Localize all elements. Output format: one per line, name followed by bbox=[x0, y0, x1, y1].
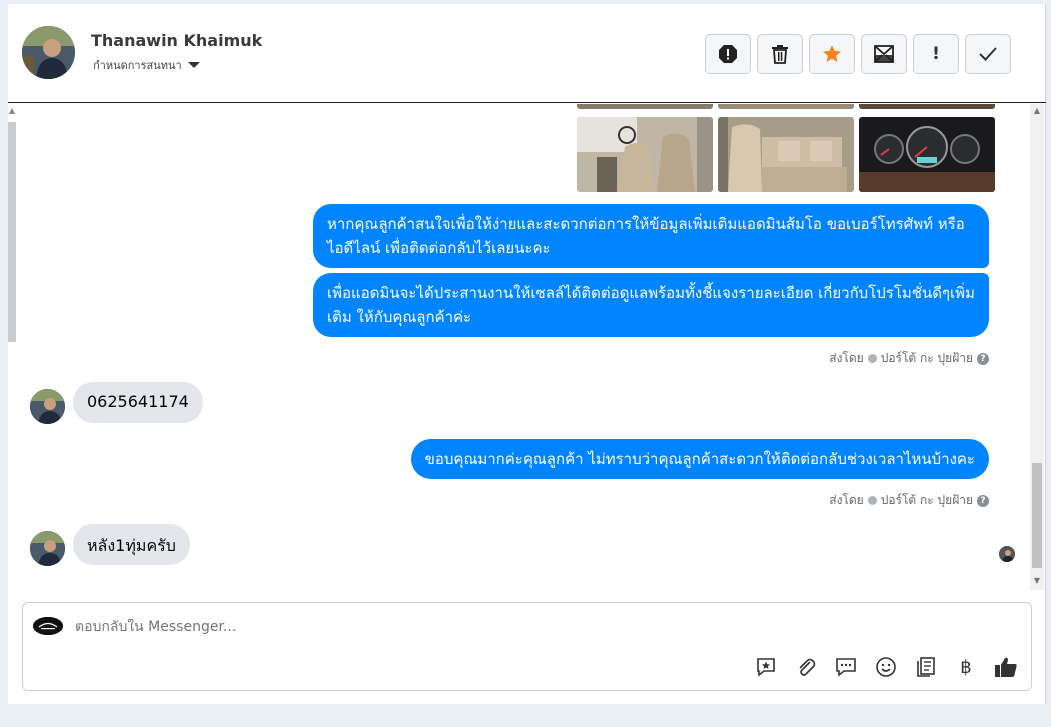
page-logo-icon bbox=[33, 617, 63, 635]
message-bubble-incoming[interactable]: 0625641174 bbox=[73, 382, 203, 423]
message-bubble-outgoing[interactable]: เพื่อแอดมินจะได้ประสานงานให้เซลล์ได้ติดต… bbox=[313, 273, 989, 337]
mark-spam-button[interactable] bbox=[705, 34, 751, 74]
scroll-down-icon[interactable]: ▼ bbox=[1030, 576, 1044, 585]
delete-button[interactable] bbox=[757, 34, 803, 74]
sent-by-prefix: ส่งโดย bbox=[829, 351, 864, 365]
conversation-header: Thanawin Khaimuk กำหนดการสนทนา ! bbox=[8, 4, 1046, 103]
exclamation-icon: ! bbox=[932, 44, 940, 64]
car-interior-photo[interactable] bbox=[577, 117, 713, 192]
like-button[interactable] bbox=[993, 655, 1019, 679]
help-icon[interactable]: ? bbox=[977, 494, 989, 507]
notes-button[interactable] bbox=[913, 655, 939, 679]
baht-icon: ฿ bbox=[960, 656, 972, 678]
header-toolbar: ! bbox=[705, 34, 1011, 74]
sender-avatar-icon bbox=[867, 496, 877, 505]
seen-indicator-avatar bbox=[999, 546, 1015, 562]
trash-icon bbox=[772, 45, 788, 64]
star-button[interactable] bbox=[809, 34, 855, 74]
car-rear-seat-photo[interactable] bbox=[718, 117, 854, 192]
reply-input[interactable] bbox=[75, 619, 775, 635]
assign-conversation-dropdown[interactable]: กำหนดการสนทนา bbox=[93, 56, 200, 74]
help-icon[interactable]: ? bbox=[977, 352, 989, 365]
contact-avatar[interactable] bbox=[22, 26, 75, 79]
scroll-up-icon[interactable]: ▲ bbox=[1030, 106, 1044, 115]
alert-icon bbox=[719, 45, 737, 63]
caret-down-icon[interactable] bbox=[187, 62, 200, 68]
check-icon bbox=[979, 47, 997, 61]
car-photo-thumbnail[interactable] bbox=[577, 104, 713, 109]
assign-label: กำหนดการสนทนา bbox=[93, 59, 182, 72]
sent-by-label: ส่งโดย ปอร์โต้ กะ ปุยฝ้าย ? bbox=[829, 349, 989, 368]
contact-name[interactable]: Thanawin Khaimuk bbox=[91, 31, 262, 50]
attach-button[interactable] bbox=[793, 655, 819, 679]
message-bubble-outgoing[interactable]: หากคุณลูกค้าสนใจเพื่อให้ง่ายและสะดวกต่อก… bbox=[313, 204, 989, 268]
mail-icon bbox=[874, 45, 894, 63]
sender-avatar-icon bbox=[867, 354, 877, 363]
car-photo-thumbnail[interactable] bbox=[859, 104, 995, 109]
reply-composer: ฿ bbox=[22, 602, 1032, 691]
sender-name[interactable]: ปอร์โต้ กะ ปุยฝ้าย bbox=[881, 491, 973, 510]
emoji-button[interactable] bbox=[873, 655, 899, 679]
star-icon bbox=[823, 45, 841, 62]
payment-button[interactable]: ฿ bbox=[953, 655, 979, 679]
saved-reply-icon bbox=[757, 658, 775, 677]
mark-done-button[interactable] bbox=[965, 34, 1011, 74]
car-photo-thumbnail[interactable] bbox=[718, 104, 854, 109]
message-bubble-incoming[interactable]: หลัง1ทุ่มครับ bbox=[73, 524, 190, 565]
emoji-icon bbox=[876, 657, 896, 677]
scroll-thumb[interactable] bbox=[1032, 463, 1042, 568]
mark-unread-button[interactable] bbox=[861, 34, 907, 74]
saved-reply-button[interactable] bbox=[753, 655, 779, 679]
sent-by-label: ส่งโดย ปอร์โต้ กะ ปุยฝ้าย ? bbox=[829, 491, 989, 510]
car-dashboard-photo[interactable] bbox=[859, 117, 995, 192]
message-thread[interactable]: หากคุณลูกค้าสนใจเพื่อให้ง่ายและสะดวกต่อก… bbox=[8, 104, 1030, 590]
thread-scrollbar[interactable]: ▲ ▼ bbox=[1030, 104, 1044, 590]
sender-name[interactable]: ปอร์โต้ กะ ปุยฝ้าย bbox=[881, 349, 973, 368]
composer-toolbar: ฿ bbox=[753, 655, 1019, 679]
sent-by-prefix: ส่งโดย bbox=[829, 493, 864, 507]
messenger-button[interactable] bbox=[833, 655, 859, 679]
follow-up-button[interactable]: ! bbox=[913, 34, 959, 74]
notes-icon bbox=[917, 657, 935, 677]
contact-avatar-small[interactable] bbox=[30, 389, 65, 424]
conversation-panel: ▲ Thanawin Khaimuk กำหนดการสนทนา ! หากคุ… bbox=[8, 4, 1046, 704]
thumbs-up-icon bbox=[995, 657, 1017, 677]
message-bubble-outgoing[interactable]: ขอบคุณมากค่ะคุณลูกค้า ไม่ทราบว่าคุณลูกค้… bbox=[410, 439, 989, 479]
contact-avatar-small[interactable] bbox=[30, 531, 65, 566]
chat-icon bbox=[836, 658, 856, 677]
attach-icon bbox=[799, 658, 816, 676]
